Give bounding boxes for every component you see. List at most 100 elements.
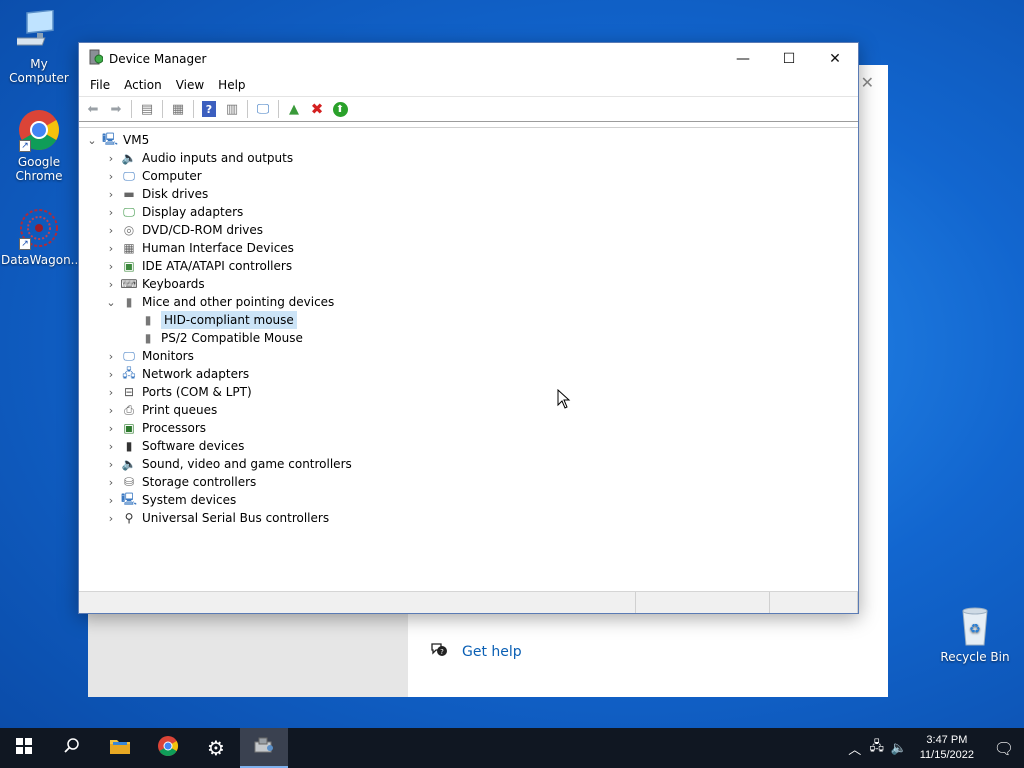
tree-category[interactable]: › ▬ Disk drives bbox=[79, 185, 858, 203]
desktop-icon-datawagon[interactable]: ↗ DataWagon... bbox=[1, 206, 82, 267]
properties-button[interactable]: ▦ bbox=[168, 99, 188, 119]
expand-chevron-icon[interactable]: › bbox=[104, 278, 118, 291]
toolbar: ⬅ ➡ ▤ ▦ ? ▥ 🖵 ▲ ✖ ⬆ bbox=[79, 96, 858, 122]
expand-chevron-icon[interactable]: › bbox=[104, 404, 118, 417]
tree-category[interactable]: › 🖳 System devices bbox=[79, 491, 858, 509]
datawagon-icon: ↗ bbox=[17, 206, 61, 250]
tree-category[interactable]: ⌄ ▮ Mice and other pointing devices bbox=[79, 293, 858, 311]
volume-icon[interactable]: 🔈 bbox=[888, 741, 910, 756]
tree-category-label: Software devices bbox=[142, 439, 245, 453]
tree-category[interactable]: › ▮ Software devices bbox=[79, 437, 858, 455]
back-button[interactable]: ⬅ bbox=[83, 99, 103, 119]
clock[interactable]: 3:47 PM 11/15/2022 bbox=[910, 733, 984, 763]
device-manager-window: Device Manager — ☐ ✕ File Action View He… bbox=[78, 42, 859, 614]
tree-device[interactable]: ▮ PS/2 Compatible Mouse bbox=[79, 329, 858, 347]
get-help-label[interactable]: Get help bbox=[462, 644, 522, 660]
show-hide-console-tree-button[interactable]: ▤ bbox=[137, 99, 157, 119]
expand-chevron-icon[interactable]: › bbox=[104, 512, 118, 525]
desktop-icon-recycle-bin[interactable]: ♻ Recycle Bin bbox=[937, 603, 1013, 664]
tree-category-label: Storage controllers bbox=[142, 475, 257, 489]
collapse-chevron-icon[interactable]: ⌄ bbox=[104, 296, 118, 309]
tree-category-label: Ports (COM & LPT) bbox=[142, 385, 252, 399]
tree-category[interactable]: › ▣ Processors bbox=[79, 419, 858, 437]
taskbar-device-manager[interactable] bbox=[240, 728, 288, 768]
enable-device-button[interactable]: ⬆ bbox=[330, 99, 350, 119]
taskbar-file-explorer[interactable] bbox=[96, 728, 144, 768]
tree-category[interactable]: › 🔈 Sound, video and game controllers bbox=[79, 455, 858, 473]
expand-chevron-icon[interactable]: › bbox=[104, 188, 118, 201]
search-button[interactable] bbox=[48, 728, 96, 768]
tree-category[interactable]: › ⛁ Storage controllers bbox=[79, 473, 858, 491]
tree-category[interactable]: › ⊟ Ports (COM & LPT) bbox=[79, 383, 858, 401]
help-chat-icon: ? bbox=[430, 642, 448, 662]
show-hide-action-pane-button[interactable]: ▥ bbox=[222, 99, 242, 119]
tree-category-label: Human Interface Devices bbox=[142, 241, 294, 255]
tree-category-label: Display adapters bbox=[142, 205, 244, 219]
expand-chevron-icon[interactable]: › bbox=[104, 368, 118, 381]
notification-button[interactable]: 🗨 bbox=[984, 739, 1024, 758]
taskbar-settings[interactable]: ⚙ bbox=[192, 728, 240, 768]
desktop-icon-google-chrome[interactable]: ↗ Google Chrome bbox=[1, 108, 77, 183]
tree-category[interactable]: › ▦ Human Interface Devices bbox=[79, 239, 858, 257]
update-driver-button[interactable]: ▲ bbox=[284, 99, 304, 119]
help-button[interactable]: ? bbox=[199, 99, 219, 119]
tree-device[interactable]: ▮ HID-compliant mouse bbox=[79, 311, 858, 329]
tree-category[interactable]: › ◎ DVD/CD-ROM drives bbox=[79, 221, 858, 239]
expand-chevron-icon[interactable]: › bbox=[104, 386, 118, 399]
tree-category[interactable]: › ▣ IDE ATA/ATAPI controllers bbox=[79, 257, 858, 275]
collapse-chevron-icon[interactable]: ⌄ bbox=[85, 134, 99, 147]
disk-icon: ▬ bbox=[123, 187, 135, 201]
tree-root[interactable]: ⌄ 🖳 VM5 bbox=[79, 131, 858, 149]
maximize-icon: ☐ bbox=[782, 50, 796, 67]
tree-category[interactable]: › ⎙ Print queues bbox=[79, 401, 858, 419]
menu-action[interactable]: Action bbox=[117, 78, 169, 92]
taskbar: ⚙ ︿ 🖧 🔈 3:47 PM 11/15/2022 🗨 bbox=[0, 728, 1024, 768]
forward-button[interactable]: ➡ bbox=[106, 99, 126, 119]
menu-help[interactable]: Help bbox=[211, 78, 252, 92]
close-button[interactable]: ✕ bbox=[812, 43, 858, 74]
status-bar bbox=[79, 591, 858, 613]
taskbar-chrome[interactable] bbox=[144, 728, 192, 768]
cpu-icon: ▣ bbox=[123, 421, 135, 435]
tree-category-label: DVD/CD-ROM drives bbox=[142, 223, 264, 237]
minimize-button[interactable]: — bbox=[720, 43, 766, 74]
expand-chevron-icon[interactable]: › bbox=[104, 242, 118, 255]
expand-chevron-icon[interactable]: › bbox=[104, 476, 118, 489]
tree-category[interactable]: › 🖵 Monitors bbox=[79, 347, 858, 365]
expand-chevron-icon[interactable]: › bbox=[104, 422, 118, 435]
expand-chevron-icon[interactable]: › bbox=[104, 458, 118, 471]
desktop-icon-my-computer[interactable]: My Computer bbox=[1, 9, 77, 85]
clock-date: 11/15/2022 bbox=[919, 749, 974, 761]
uninstall-device-button[interactable]: ✖ bbox=[307, 99, 327, 119]
close-icon[interactable]: ✕ bbox=[861, 73, 874, 92]
expand-chevron-icon[interactable]: › bbox=[104, 494, 118, 507]
chevron-up-icon[interactable]: ︿ bbox=[844, 739, 866, 758]
menu-view[interactable]: View bbox=[169, 78, 211, 92]
expand-chevron-icon[interactable]: › bbox=[104, 440, 118, 453]
tree-category[interactable]: › 🖵 Computer bbox=[79, 167, 858, 185]
menu-file[interactable]: File bbox=[83, 78, 117, 92]
hid-icon: ▦ bbox=[123, 241, 135, 255]
tree-category-label: Sound, video and game controllers bbox=[142, 457, 352, 471]
tree-category[interactable]: › 🖵 Display adapters bbox=[79, 203, 858, 221]
dvd-icon: ◎ bbox=[123, 223, 135, 237]
tree-category[interactable]: › 🔈 Audio inputs and outputs bbox=[79, 149, 858, 167]
maximize-button[interactable]: ☐ bbox=[766, 43, 812, 74]
tree-category[interactable]: › ⚲ Universal Serial Bus controllers bbox=[79, 509, 858, 527]
get-help-link[interactable]: ? Get help bbox=[430, 642, 522, 662]
expand-chevron-icon[interactable]: › bbox=[104, 206, 118, 219]
tree-category[interactable]: › ⌨ Keyboards bbox=[79, 275, 858, 293]
scan-hardware-button[interactable]: 🖵 bbox=[253, 99, 273, 119]
device-tree: ⌄ 🖳 VM5 › 🔈 Audio inputs and outputs › 🖵 Comp… bbox=[79, 128, 858, 527]
tree-category-label: Computer bbox=[142, 169, 202, 183]
tree-category[interactable]: › 🖧 Network adapters bbox=[79, 365, 858, 383]
expand-chevron-icon[interactable]: › bbox=[104, 152, 118, 165]
computer-icon: 🖳 bbox=[102, 131, 119, 146]
network-icon[interactable]: 🖧 bbox=[866, 737, 888, 759]
expand-chevron-icon[interactable]: › bbox=[104, 350, 118, 363]
expand-chevron-icon[interactable]: › bbox=[104, 224, 118, 237]
expand-chevron-icon[interactable]: › bbox=[104, 170, 118, 183]
start-button[interactable] bbox=[0, 728, 48, 768]
expand-chevron-icon[interactable]: › bbox=[104, 260, 118, 273]
title-bar[interactable]: Device Manager — ☐ ✕ bbox=[79, 43, 858, 74]
